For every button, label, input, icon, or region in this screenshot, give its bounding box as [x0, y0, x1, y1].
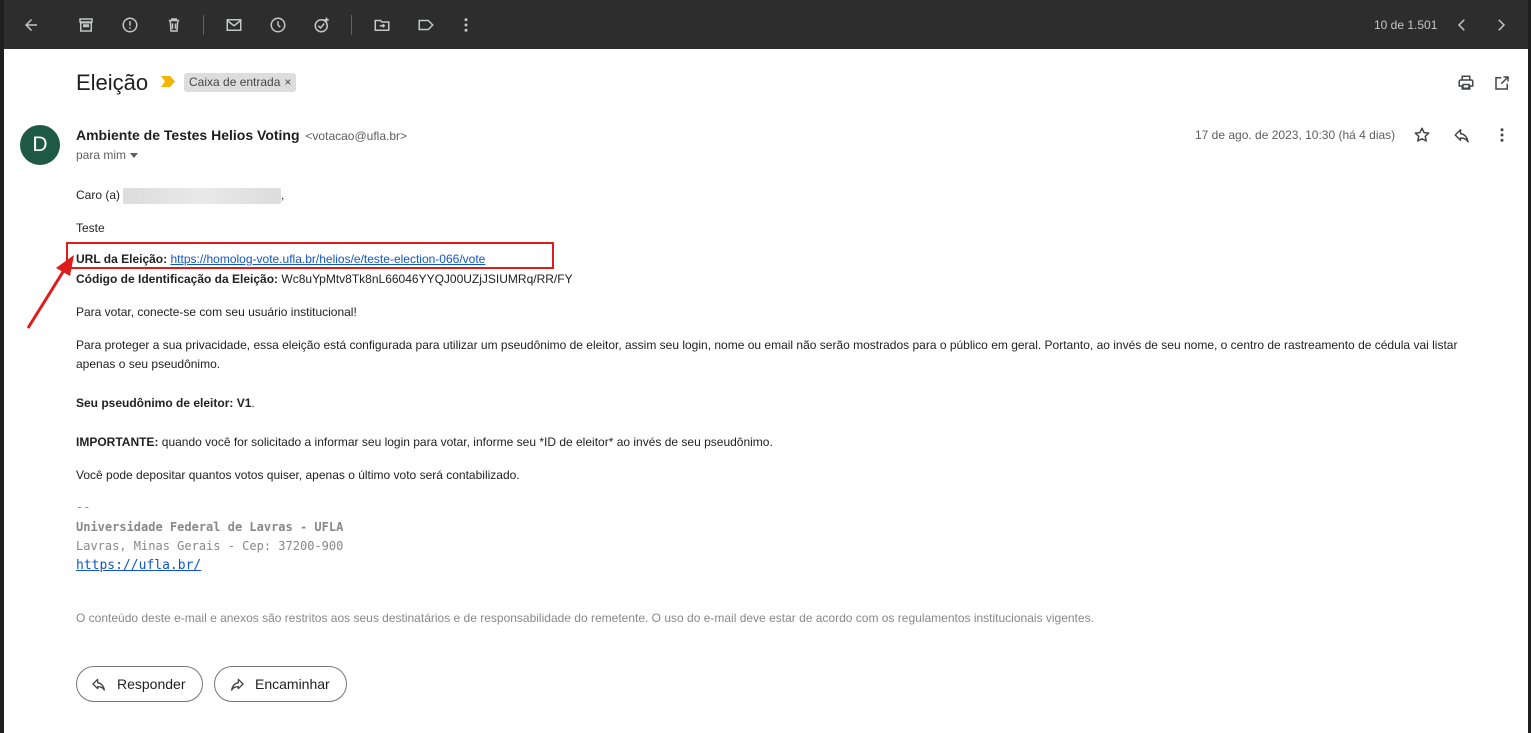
important-text: quando você for solicitado a informar se…: [161, 435, 773, 449]
reply-icon[interactable]: [1451, 124, 1473, 146]
pseudonym-suffix: .: [251, 396, 255, 410]
inbox-label-chip: Caixa de entrada ×: [184, 73, 297, 92]
chevron-down-icon: [130, 153, 139, 159]
sender-email: <votacao@ufla.br>: [305, 129, 407, 143]
signature-org: Universidade Federal de Lavras - UFLA: [76, 520, 344, 534]
toolbar-divider: [203, 15, 204, 35]
disclaimer: O conteúdo deste e-mail e anexos são res…: [76, 611, 1094, 625]
remove-label-icon[interactable]: ×: [284, 75, 291, 89]
email-window: 10 de 1.501 Eleição Caixa de entrada × D …: [4, 0, 1528, 733]
forward-button[interactable]: Encaminhar: [214, 666, 347, 702]
more-vert-icon[interactable]: [453, 12, 479, 38]
email-date: 17 de ago. de 2023, 10:30 (há 4 dias): [1195, 128, 1396, 142]
reply-icon: [92, 678, 105, 691]
move-to-icon[interactable]: [369, 12, 395, 38]
add-task-icon[interactable]: [309, 12, 335, 38]
redacted-name: [123, 188, 282, 204]
pseudonym-line: Seu pseudônimo de eleitor: V1.: [76, 396, 255, 410]
recipients-label: para mim: [76, 148, 127, 162]
older-chevron-icon[interactable]: [1488, 12, 1514, 38]
election-code-label: Código de Identificação da Eleição:: [76, 272, 279, 286]
report-spam-icon[interactable]: [117, 12, 143, 38]
election-code-value: Wc8uYpMtv8Tk8nL66046YYQJ00UZjJSIUMRq/RR/…: [281, 272, 573, 286]
signature-address: Lavras, Minas Gerais - Cep: 37200-900: [76, 539, 344, 553]
greeting-suffix: ,: [281, 188, 285, 203]
message-count: 10 de 1.501: [1374, 18, 1438, 32]
email-subject: Eleição: [76, 70, 149, 95]
recipients-toggle[interactable]: para mim: [76, 148, 139, 162]
newer-chevron-icon[interactable]: [1449, 12, 1475, 38]
more-vert-icon[interactable]: [1491, 124, 1513, 146]
reply-button[interactable]: Responder: [76, 666, 203, 702]
importance-marker-icon[interactable]: [161, 76, 175, 87]
vote-instruction: Para votar, conecte-se com seu usuário i…: [76, 305, 357, 319]
toolbar-divider: [351, 15, 352, 35]
pseudonym-label: Seu pseudônimo de eleitor: V1: [76, 396, 252, 410]
back-arrow-icon[interactable]: [18, 12, 44, 38]
signature-dashes: --: [76, 500, 91, 514]
snooze-icon[interactable]: [265, 12, 291, 38]
label-icon[interactable]: [413, 12, 439, 38]
forward-button-label: Encaminhar: [255, 676, 330, 692]
important-label: IMPORTANTE:: [76, 435, 159, 449]
star-icon[interactable]: [1411, 124, 1433, 146]
reply-button-label: Responder: [117, 676, 186, 692]
sender-name[interactable]: Ambiente de Testes Helios Voting: [76, 127, 300, 143]
greeting-prefix: Caro (a): [76, 188, 121, 203]
print-icon[interactable]: [1455, 72, 1477, 94]
annotation-arrow-icon: [26, 255, 74, 329]
body-line-teste: Teste: [76, 221, 105, 235]
sender: Ambiente de Testes Helios Voting <votaca…: [76, 127, 407, 143]
multiple-votes-line: Você pode depositar quantos votos quiser…: [76, 468, 520, 482]
mark-unread-icon[interactable]: [221, 12, 247, 38]
archive-icon[interactable]: [73, 12, 99, 38]
delete-icon[interactable]: [161, 12, 187, 38]
annotation-highlight-box: [66, 242, 554, 269]
privacy-paragraph: Para proteger a sua privacidade, essa el…: [76, 338, 1458, 371]
signature-link[interactable]: https://ufla.br/: [76, 558, 201, 573]
open-in-new-window-icon[interactable]: [1491, 72, 1513, 94]
label-chip-text: Caixa de entrada: [189, 75, 281, 89]
avatar[interactable]: D: [20, 125, 60, 165]
important-line: IMPORTANTE: quando você for solicitado a…: [76, 435, 773, 449]
toolbar: 10 de 1.501: [4, 0, 1528, 49]
election-code-line: Código de Identificação da Eleição: Wc8u…: [76, 272, 573, 286]
greeting: Caro (a),: [76, 188, 284, 204]
forward-icon: [231, 678, 244, 691]
